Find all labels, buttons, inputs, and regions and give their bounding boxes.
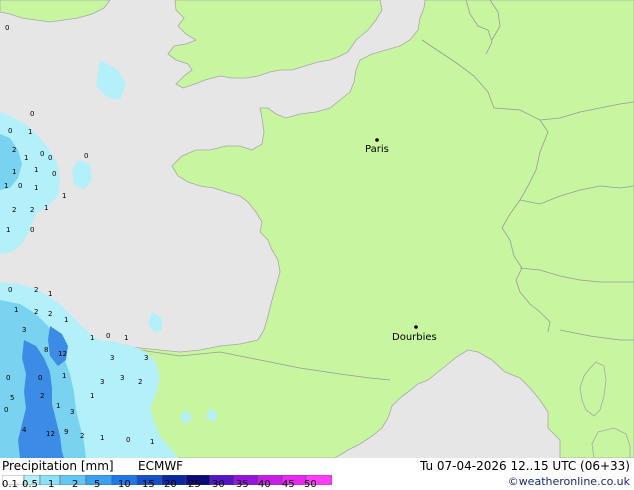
scale-label: 5 xyxy=(94,479,101,490)
point-value: 1 xyxy=(34,166,38,174)
scale-label: 40 xyxy=(258,479,271,490)
point-value: 3 xyxy=(144,354,148,362)
point-value: 3 xyxy=(120,374,124,382)
point-value: 1 xyxy=(34,184,38,192)
point-value: 0 xyxy=(8,286,12,294)
point-value: 1 xyxy=(4,182,8,190)
point-value: 2 xyxy=(12,206,16,214)
point-value: 1 xyxy=(90,392,94,400)
point-value: 3 xyxy=(110,354,114,362)
scale-label: 1 xyxy=(48,479,55,490)
point-value: 1 xyxy=(124,334,128,342)
scale-label: 0.1 xyxy=(2,479,18,490)
scale-label: 2 xyxy=(72,479,79,490)
paris-marker-icon xyxy=(375,138,379,142)
point-value: 8 xyxy=(44,346,48,354)
credit-link[interactable]: ©weatheronline.co.uk xyxy=(508,475,630,489)
point-value: 0 xyxy=(30,110,34,118)
scale-label: 10 xyxy=(118,479,131,490)
point-value: 12 xyxy=(58,350,67,358)
point-value: 5 xyxy=(10,394,14,402)
point-value: 0 xyxy=(126,436,130,444)
point-value: 2 xyxy=(34,308,38,316)
point-value: 0 xyxy=(84,152,88,160)
model-name: ECMWF xyxy=(138,459,184,473)
point-value: 2 xyxy=(12,146,16,154)
point-value: 0 xyxy=(38,374,42,382)
point-value: 1 xyxy=(100,434,104,442)
point-value: 0 xyxy=(52,170,56,178)
weather-map-view: Paris Dourbies 0001201101010122110010211… xyxy=(0,0,634,490)
point-value: 2 xyxy=(48,310,52,318)
point-value: 2 xyxy=(30,206,34,214)
point-value: 9 xyxy=(64,428,68,436)
dourbies-marker-icon xyxy=(414,325,418,329)
map-title: Precipitation [mm] xyxy=(2,459,114,473)
point-value: 0 xyxy=(30,226,34,234)
point-value: 1 xyxy=(12,168,16,176)
point-value: 2 xyxy=(34,286,38,294)
point-value: 0 xyxy=(48,154,52,162)
point-value: 1 xyxy=(14,306,18,314)
city-label-dourbies: Dourbies xyxy=(392,332,437,343)
point-value: 1 xyxy=(90,334,94,342)
scale-label: 35 xyxy=(236,479,249,490)
scale-label: 0.5 xyxy=(22,479,38,490)
scale-label: 20 xyxy=(164,479,177,490)
color-scale-labels: 0.1 0.5 1 2 5 10 15 20 25 30 35 40 45 50 xyxy=(0,479,340,490)
point-value: 0 xyxy=(8,127,12,135)
point-value: 0 xyxy=(18,182,22,190)
point-value: 1 xyxy=(62,192,66,200)
scale-label: 50 xyxy=(304,479,317,490)
point-value: 0 xyxy=(4,406,8,414)
point-value: 1 xyxy=(62,372,66,380)
point-value: 1 xyxy=(64,316,68,324)
scale-label: 30 xyxy=(212,479,225,490)
point-value: 1 xyxy=(48,290,52,298)
point-value: 1 xyxy=(6,226,10,234)
validity-time: Tu 07-04-2026 12..15 UTC (06+33) xyxy=(419,459,630,473)
point-value: 3 xyxy=(70,408,74,416)
point-value: 2 xyxy=(80,432,84,440)
point-value: 2 xyxy=(138,378,142,386)
point-value: 12 xyxy=(46,430,55,438)
scale-label: 45 xyxy=(282,479,295,490)
point-value: 0 xyxy=(6,374,10,382)
point-value: 3 xyxy=(22,326,26,334)
scale-label: 25 xyxy=(188,479,201,490)
precipitation-map[interactable]: Paris Dourbies 000 12 01101 01 0 12 2 11 0010 2 11… xyxy=(0,0,634,458)
scale-label: 15 xyxy=(142,479,155,490)
point-value: 1 xyxy=(28,128,32,136)
point-value: 1 xyxy=(44,204,48,212)
point-value: 0 xyxy=(106,332,110,340)
city-label-paris: Paris xyxy=(365,144,389,155)
point-value: 0 xyxy=(40,150,44,158)
point-value: 0 xyxy=(5,24,9,32)
point-value: 1 xyxy=(150,438,154,446)
point-value: 2 xyxy=(40,392,44,400)
point-value: 4 xyxy=(22,426,27,434)
point-value: 1 xyxy=(56,402,60,410)
point-value: 3 xyxy=(100,378,104,386)
point-value: 1 xyxy=(24,154,28,162)
